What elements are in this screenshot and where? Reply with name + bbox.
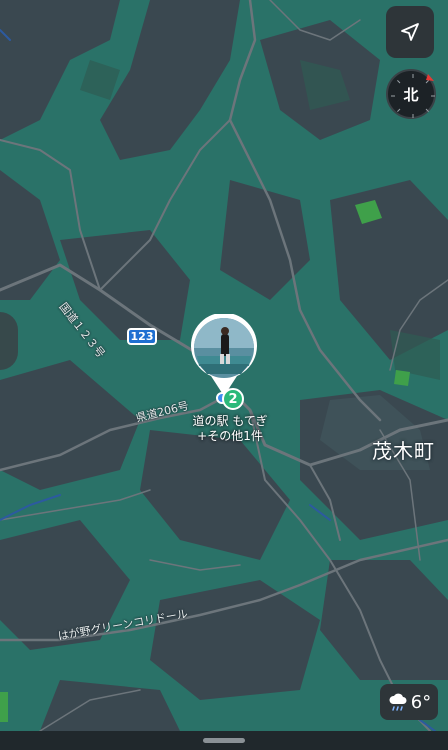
pin-caption[interactable]: 道の駅 もてぎ +その他1件 xyxy=(170,414,290,444)
cluster-count-badge[interactable]: 2 xyxy=(222,388,244,410)
weather-widget[interactable]: 6° xyxy=(380,684,438,720)
rain-cloud-icon xyxy=(389,693,407,711)
bottom-sheet-handle[interactable] xyxy=(203,738,245,743)
compass-button[interactable]: 北 xyxy=(386,69,436,119)
map-canvas[interactable]: 国道１２３号 県道206号 はが野グリーンコリドール 茂木町 123 2 道の駅… xyxy=(0,0,448,750)
location-arrow-icon xyxy=(401,23,419,41)
route-shield: 123 xyxy=(127,328,157,345)
town-label: 茂木町 xyxy=(372,439,435,463)
weather-temperature: 6° xyxy=(410,691,432,713)
pin-caption-more: +その他1件 xyxy=(197,429,263,443)
photo-pin-image xyxy=(191,312,257,396)
pin-caption-title: 道の駅 もてぎ xyxy=(192,414,268,428)
photo-pin[interactable] xyxy=(189,312,259,398)
compass-north-label: 北 xyxy=(403,85,419,104)
locate-button[interactable] xyxy=(386,6,434,58)
side-panel-handle[interactable] xyxy=(0,312,18,370)
